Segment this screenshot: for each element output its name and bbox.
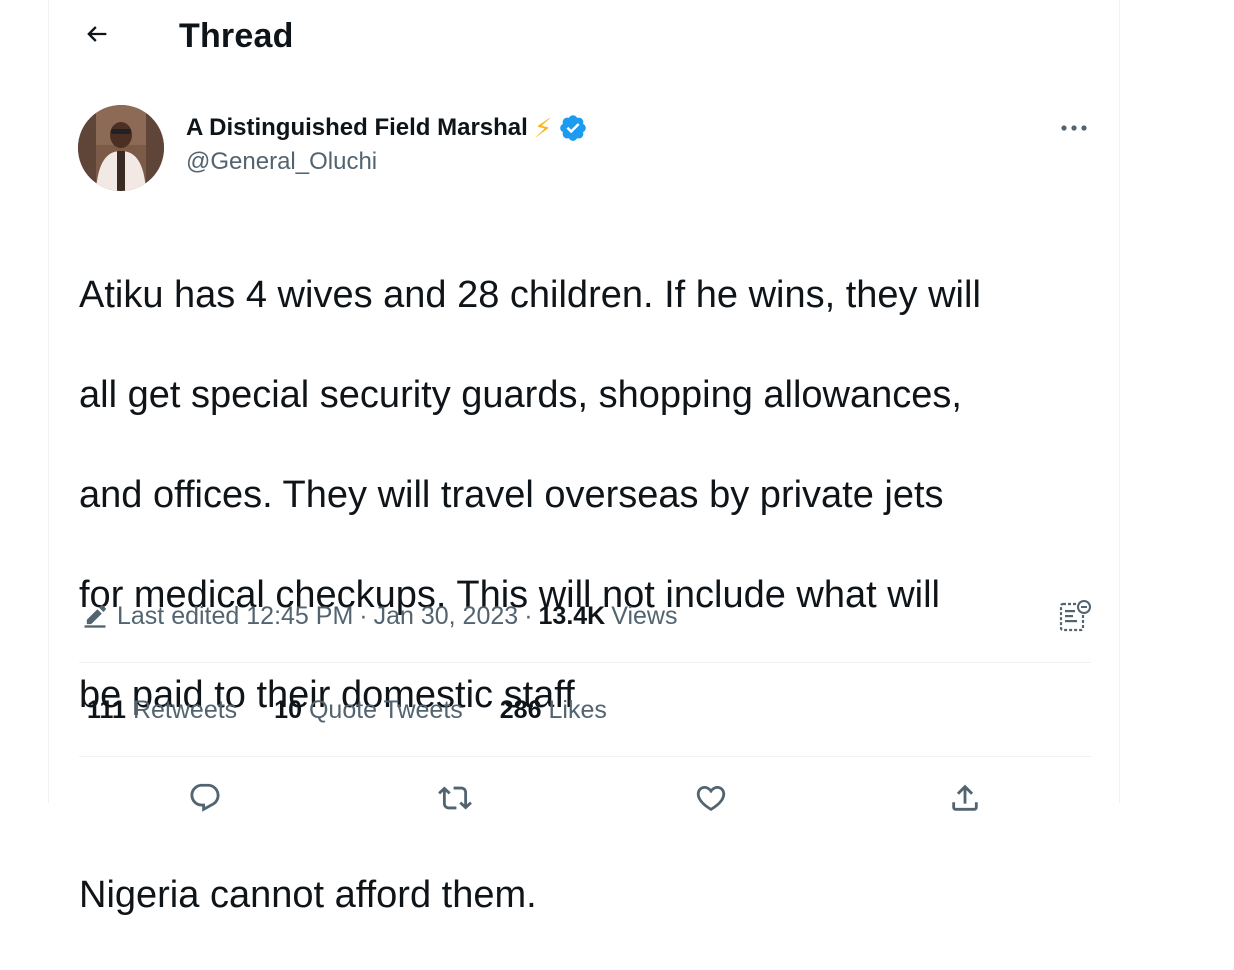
quote-tweets-label: Quote Tweets [308,695,463,724]
author-name-row: A Distinguished Field Marshal ⚡ [186,112,588,144]
quote-tweets-count: 10 [274,695,302,724]
avatar[interactable] [78,105,164,191]
reply-icon [190,783,220,812]
tweet-meta: Last edited 12:45 PM · Jan 30, 2023 · 13… [81,598,677,634]
heart-icon [696,785,726,811]
tweet-text-line: and offices. They will travel overseas b… [79,474,944,516]
views-count: 13.4K [538,601,606,630]
share-icon [952,784,978,811]
retweet-icon [438,786,472,810]
retweets-stat[interactable]: 111 Retweets [87,696,237,725]
author-name[interactable]: A Distinguished Field Marshal [186,114,528,142]
divider [79,756,1091,757]
retweets-label: Retweets [132,695,238,724]
tweet-text-line: Nigeria cannot afford them. [79,874,537,916]
likes-label: Likes [548,695,607,724]
share-button[interactable] [945,778,985,818]
analytics-icon [1059,600,1091,632]
arrow-left-icon [87,26,107,42]
thread-column: Thread A Distinguished Field Marshal ⚡ @… [48,0,1120,916]
lightning-emoji: ⚡ [533,113,553,143]
separator-dot: · [359,601,368,630]
retweet-button[interactable] [435,778,475,818]
quote-tweets-stat[interactable]: 10 Quote Tweets [274,696,463,725]
like-button[interactable] [691,778,731,818]
pencil-icon [84,605,106,628]
views-label: Views [611,601,678,630]
author-handle[interactable]: @General_Oluchi [186,148,377,176]
verified-badge-icon [560,115,586,141]
tweet-text-line: Atiku has 4 wives and 28 children. If he… [79,274,981,316]
likes-stat[interactable]: 286 Likes [500,696,607,725]
tweet-text: Atiku has 4 wives and 28 children. If he… [79,220,1099,970]
more-options-button[interactable] [1054,112,1094,144]
edited-timestamp-link[interactable]: Last edited 12:45 PM [117,602,353,631]
tweet-date[interactable]: Jan 30, 2023 [374,602,519,631]
likes-count: 286 [499,695,542,724]
back-button[interactable] [77,14,117,54]
engagement-stats: 111 Retweets 10 Quote Tweets 286 Likes [87,692,644,728]
retweets-count: 111 [87,695,126,724]
divider [79,662,1091,663]
more-horizontal-icon [1061,125,1087,131]
analytics-button[interactable] [1055,598,1095,634]
separator-dot: · [524,601,533,630]
reply-button[interactable] [185,778,225,818]
page-title: Thread [179,17,294,55]
tweet-text-line: all get special security guards, shoppin… [79,374,962,416]
